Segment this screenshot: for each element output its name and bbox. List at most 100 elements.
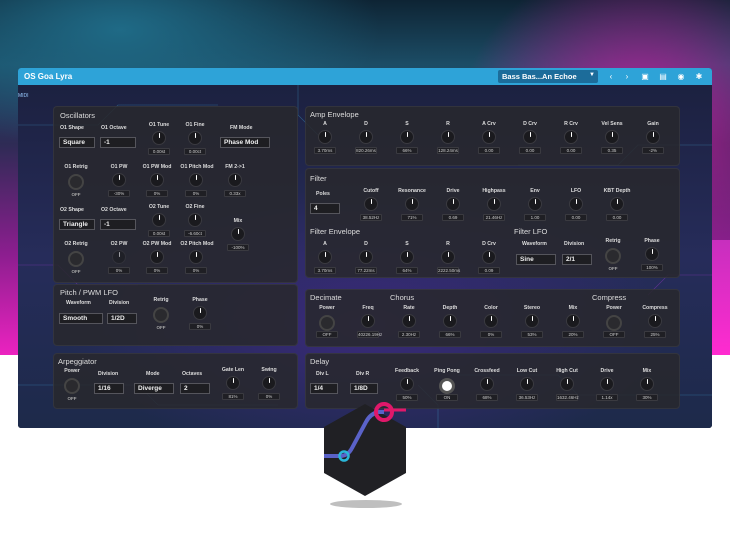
o2-pitch-mod-knob[interactable] — [189, 250, 203, 264]
o2-pw-label: O2 PW — [110, 241, 128, 247]
fx-value-6: 20% — [562, 331, 584, 338]
arp-octaves-select[interactable]: 2 — [180, 383, 210, 394]
filter-env-label-0: A — [323, 241, 327, 247]
next-preset-icon[interactable]: › — [620, 70, 634, 83]
pitch-lfo-retrig-toggle[interactable] — [153, 307, 169, 323]
o1-pw-mod-knob[interactable] — [150, 173, 164, 187]
filter-env-label-4: D Crv — [482, 241, 496, 247]
filter-knob-0[interactable] — [364, 197, 378, 211]
o2-octave-select[interactable]: -1 — [100, 219, 136, 230]
eye-icon[interactable]: ◉ — [674, 70, 688, 83]
arp-division-select[interactable]: 1/16 — [94, 383, 124, 394]
save-icon[interactable]: ▣ — [638, 70, 652, 83]
o2-pw-mod-label: O2 PW Mod — [142, 241, 172, 247]
fx-label-4: Color — [484, 305, 498, 311]
o2-shape-label: O2 Shape — [60, 207, 84, 213]
delay-knob-5[interactable] — [600, 377, 614, 391]
pitch-lfo-retrig-value: OFF — [156, 325, 166, 330]
preset-selector[interactable]: Bass Bas...An Echoe ▼ — [498, 70, 598, 83]
filter-panel: Filter Poles 4 Cutoff 38.52Hz Resonance 71%… — [305, 168, 680, 278]
fx-knob-5[interactable] — [525, 314, 539, 328]
delay-knob-3[interactable] — [520, 377, 534, 391]
o1-retrig-toggle[interactable] — [68, 174, 84, 190]
filter-lfo-waveform-select[interactable]: Sine — [516, 254, 556, 265]
pitch-lfo-division-select[interactable]: 1/2D — [107, 313, 137, 324]
o1-tune-knob[interactable] — [152, 131, 166, 145]
fx-label-8: Compress — [642, 305, 668, 311]
library-icon[interactable]: ▤ — [656, 70, 670, 83]
fx-knob-1[interactable] — [361, 314, 375, 328]
gate-len-knob[interactable] — [226, 376, 240, 390]
amp-env-knob-0[interactable] — [318, 130, 332, 144]
amp-env-knob-2[interactable] — [400, 130, 414, 144]
delay-knob-2[interactable] — [480, 377, 494, 391]
amp-env-knob-6[interactable] — [564, 130, 578, 144]
prev-preset-icon[interactable]: ‹ — [604, 70, 618, 83]
o1-shape-select[interactable]: Square — [59, 137, 95, 148]
fx-label-2: Rate — [403, 305, 415, 311]
o2-pw-knob[interactable] — [112, 250, 126, 264]
o1-octave-select[interactable]: -1 — [100, 137, 136, 148]
arp-power-toggle[interactable] — [64, 378, 80, 394]
o2-shape-select[interactable]: Triangle — [59, 219, 95, 230]
fx-toggle-0[interactable] — [319, 315, 335, 331]
filter-lfo-division-select[interactable]: 2/1 — [562, 254, 592, 265]
fm-2-1-knob[interactable] — [228, 173, 242, 187]
o1-fine-knob[interactable] — [188, 131, 202, 145]
amp-env-knob-8[interactable] — [646, 130, 660, 144]
o2-fine-knob[interactable] — [188, 213, 202, 227]
fx-knob-3[interactable] — [443, 314, 457, 328]
filter-env-value-0: 3.70ms — [314, 267, 336, 274]
filter-env-knob-1[interactable] — [359, 250, 373, 264]
mix-knob[interactable] — [231, 227, 245, 241]
filter-label-2: Drive — [446, 188, 460, 194]
arp-octaves-label: Octaves — [182, 371, 203, 377]
amp-env-knob-5[interactable] — [523, 130, 537, 144]
o1-pw-knob[interactable] — [112, 173, 126, 187]
gear-icon[interactable]: ✱ — [692, 70, 706, 83]
amp-env-knob-4[interactable] — [482, 130, 496, 144]
amp-env-knob-7[interactable] — [605, 130, 619, 144]
amp-env-knob-1[interactable] — [359, 130, 373, 144]
o1-pitch-mod-knob[interactable] — [189, 173, 203, 187]
filter-knob-3[interactable] — [487, 197, 501, 211]
fx-knob-6[interactable] — [566, 314, 580, 328]
delay-div-r-select[interactable]: 1/8D — [350, 383, 378, 394]
pitch-lfo-phase-knob[interactable] — [193, 306, 207, 320]
delay-knob-4[interactable] — [560, 377, 574, 391]
filter-knob-2[interactable] — [446, 197, 460, 211]
filter-env-knob-0[interactable] — [318, 250, 332, 264]
pitch-lfo-waveform-select[interactable]: Smooth — [59, 313, 103, 324]
filter-knob-6[interactable] — [610, 197, 624, 211]
amp-env-knob-3[interactable] — [441, 130, 455, 144]
delay-toggle-1[interactable] — [439, 378, 455, 394]
poles-select[interactable]: 4 — [310, 203, 340, 214]
o1-octave-label: O1 Octave — [101, 125, 127, 131]
swing-label: Swing — [261, 367, 277, 373]
delay-div-l-select[interactable]: 1/4 — [310, 383, 338, 394]
fx-toggle-7[interactable] — [606, 315, 622, 331]
fx-knob-4[interactable] — [484, 314, 498, 328]
filter-env-knob-4[interactable] — [482, 250, 496, 264]
filter-knob-4[interactable] — [528, 197, 542, 211]
fx-knob-8[interactable] — [648, 314, 662, 328]
fx-knob-2[interactable] — [402, 314, 416, 328]
arp-mode-select[interactable]: Diverge — [134, 383, 174, 394]
o2-tune-knob[interactable] — [152, 213, 166, 227]
filter-env-knob-2[interactable] — [400, 250, 414, 264]
filter-knob-1[interactable] — [405, 197, 419, 211]
filter-lfo-retrig-toggle[interactable] — [605, 248, 621, 264]
filter-lfo-phase-knob[interactable] — [645, 247, 659, 261]
delay-label-3: Low Cut — [516, 368, 538, 374]
amp-env-label-7: Vel Sens — [601, 121, 623, 127]
fm-mode-select[interactable]: Phase Mod — [220, 137, 270, 148]
delay-knob-6[interactable] — [640, 377, 654, 391]
swing-knob[interactable] — [262, 376, 276, 390]
o2-pw-mod-knob[interactable] — [150, 250, 164, 264]
filter-knob-5[interactable] — [569, 197, 583, 211]
o1-fine-label: O1 Fine — [185, 122, 205, 128]
filter-env-knob-3[interactable] — [441, 250, 455, 264]
filter-value-5: 0.00 — [565, 214, 587, 221]
o2-retrig-toggle[interactable] — [68, 251, 84, 267]
delay-knob-0[interactable] — [400, 377, 414, 391]
